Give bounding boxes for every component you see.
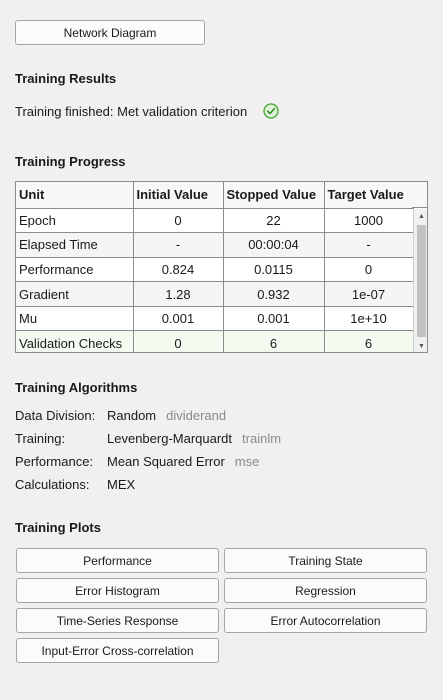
scroll-down-arrow-icon[interactable]: ▼ <box>414 339 427 352</box>
algorithm-row-performance: Performance: Mean Squared Error mse <box>15 454 259 470</box>
column-header-initial-value[interactable]: Initial Value <box>133 182 224 209</box>
table-row: Epoch 0 22 1000 <box>16 208 414 234</box>
scrollbar-thumb[interactable] <box>417 225 426 337</box>
algorithm-label: Performance: <box>15 454 94 469</box>
error-histogram-plot-button[interactable]: Error Histogram <box>16 578 219 603</box>
cell-target: 1000 <box>324 208 414 234</box>
cell-unit: Performance <box>16 257 134 283</box>
training-results-heading: Training Results <box>15 71 117 86</box>
cell-initial: 1.28 <box>133 281 224 307</box>
cell-stopped: 22 <box>223 208 325 234</box>
table-row: Elapsed Time - 00:00:04 - <box>16 232 414 258</box>
cell-initial: - <box>133 232 224 258</box>
cell-target: 0 <box>324 257 414 283</box>
cell-stopped: 6 <box>223 330 325 352</box>
table-row: Validation Checks 0 6 6 <box>16 330 414 352</box>
algorithm-value: Random <box>107 408 157 423</box>
algorithm-function-name: dividerand <box>166 408 227 423</box>
algorithm-function-name: trainlm <box>242 431 282 446</box>
training-state-plot-button[interactable]: Training State <box>224 548 427 573</box>
error-autocorrelation-plot-button[interactable]: Error Autocorrelation <box>224 608 427 633</box>
cell-unit: Validation Checks <box>16 330 134 352</box>
cell-stopped: 00:00:04 <box>223 232 325 258</box>
cell-target: 6 <box>324 330 414 352</box>
training-status: Training finished: Met validation criter… <box>15 103 279 119</box>
cell-target: - <box>324 232 414 258</box>
algorithm-label: Data Division: <box>15 408 96 423</box>
performance-plot-button[interactable]: Performance <box>16 548 219 573</box>
cell-initial: 0.824 <box>133 257 224 283</box>
algorithm-value: Levenberg-Marquardt <box>107 431 233 446</box>
column-header-unit[interactable]: Unit <box>16 182 134 209</box>
cell-unit: Mu <box>16 306 134 332</box>
training-plots-heading: Training Plots <box>15 520 101 535</box>
network-diagram-button[interactable]: Network Diagram <box>15 20 205 45</box>
input-error-cross-correlation-plot-button[interactable]: Input-Error Cross-correlation <box>16 638 219 663</box>
table-row: Performance 0.824 0.0115 0 <box>16 257 414 283</box>
table-row: Mu 0.001 0.001 1e+10 <box>16 306 414 332</box>
column-header-target-value[interactable]: Target Value <box>324 182 414 209</box>
regression-plot-button[interactable]: Regression <box>224 578 427 603</box>
training-progress-table: Unit Initial Value Stopped Value Target … <box>15 181 428 353</box>
training-progress-heading: Training Progress <box>15 154 126 169</box>
algorithm-function-name: mse <box>234 454 260 469</box>
cell-target: 1e+10 <box>324 306 414 332</box>
cell-unit: Epoch <box>16 208 134 234</box>
table-row: Gradient 1.28 0.932 1e-07 <box>16 281 414 307</box>
cell-unit: Elapsed Time <box>16 232 134 258</box>
time-series-response-plot-button[interactable]: Time-Series Response <box>16 608 219 633</box>
cell-initial: 0 <box>133 330 224 352</box>
table-scrollbar[interactable]: ▲ ▼ <box>413 209 427 352</box>
cell-initial: 0 <box>133 208 224 234</box>
scroll-up-arrow-icon[interactable]: ▲ <box>414 209 427 223</box>
algorithm-row-training: Training: Levenberg-Marquardt trainlm <box>15 431 281 447</box>
algorithm-label: Training: <box>15 431 66 446</box>
cell-initial: 0.001 <box>133 306 224 332</box>
cell-target: 1e-07 <box>324 281 414 307</box>
column-header-stopped-value[interactable]: Stopped Value <box>223 182 325 209</box>
algorithm-label: Calculations: <box>15 477 90 492</box>
algorithm-value: MEX <box>107 477 136 492</box>
table-header-filler <box>412 182 427 208</box>
cell-stopped: 0.932 <box>223 281 325 307</box>
cell-unit: Gradient <box>16 281 134 307</box>
training-algorithms-heading: Training Algorithms <box>15 380 138 395</box>
cell-stopped: 0.0115 <box>223 257 325 283</box>
check-circle-icon <box>263 103 279 119</box>
algorithm-value: Mean Squared Error <box>107 454 225 469</box>
algorithm-row-data-division: Data Division: Random dividerand <box>15 408 226 424</box>
cell-stopped: 0.001 <box>223 306 325 332</box>
training-status-text: Training finished: Met validation criter… <box>15 103 248 119</box>
algorithm-row-calculations: Calculations: MEX <box>15 477 135 493</box>
